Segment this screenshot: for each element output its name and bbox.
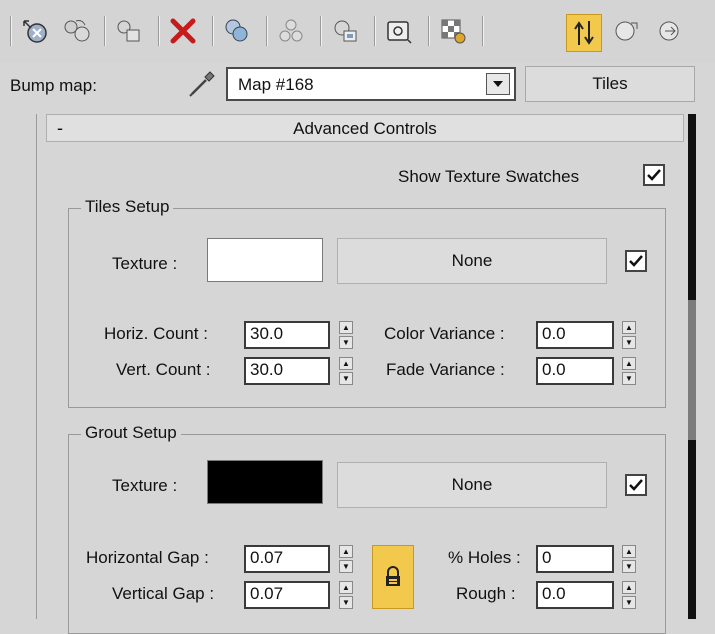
- material-id-icon[interactable]: [328, 14, 362, 48]
- put-to-scene-icon[interactable]: [60, 14, 94, 48]
- eyedropper-icon[interactable]: [186, 66, 220, 100]
- rough-spinner[interactable]: ▲ ▼: [622, 581, 636, 609]
- holes-spinner[interactable]: ▲ ▼: [622, 545, 636, 573]
- horizontal-gap-spinner[interactable]: ▲ ▼: [339, 545, 353, 573]
- tiles-setup-title: Tiles Setup: [81, 197, 174, 217]
- vertical-gap-label: Vertical Gap :: [112, 584, 215, 603]
- rough-field[interactable]: 0.0: [536, 581, 614, 609]
- spin-down-icon[interactable]: ▼: [339, 372, 353, 385]
- toolbar-separator: [158, 16, 160, 46]
- color-variance-label: Color Variance :: [384, 324, 505, 343]
- spin-down-icon[interactable]: ▼: [339, 596, 353, 609]
- spin-down-icon[interactable]: ▼: [339, 560, 353, 573]
- grout-texture-swatch[interactable]: [207, 460, 323, 504]
- spin-down-icon[interactable]: ▼: [622, 336, 636, 349]
- lock-gaps-button[interactable]: [372, 545, 414, 609]
- color-variance-spinner[interactable]: ▲ ▼: [622, 321, 636, 349]
- horizontal-gap-label: Horizontal Gap :: [86, 548, 209, 567]
- bump-map-label: Bump map:: [10, 76, 97, 95]
- go-forward-icon[interactable]: [652, 14, 686, 48]
- toolbar-separator: [374, 16, 376, 46]
- horiz-count-label: Horiz. Count :: [104, 324, 208, 343]
- toolbar-separator: [212, 16, 214, 46]
- toolbar-separator: [482, 16, 484, 46]
- map-type-button[interactable]: Tiles: [525, 66, 695, 102]
- scrollbar-thumb[interactable]: [688, 300, 696, 440]
- holes-field[interactable]: 0: [536, 545, 614, 573]
- assign-material-icon[interactable]: [112, 14, 146, 48]
- map-name-value: Map #168: [238, 75, 314, 94]
- spin-down-icon[interactable]: ▼: [622, 596, 636, 609]
- vertical-gap-field[interactable]: 0.07: [244, 581, 330, 609]
- holes-label: % Holes :: [448, 548, 521, 567]
- spin-down-icon[interactable]: ▼: [622, 372, 636, 385]
- spin-down-icon[interactable]: ▼: [339, 336, 353, 349]
- tiles-texture-label: Texture :: [112, 254, 178, 273]
- spin-up-icon[interactable]: ▲: [622, 581, 636, 594]
- horiz-count-spinner[interactable]: ▲ ▼: [339, 321, 353, 349]
- rollout-header[interactable]: - Advanced Controls: [46, 114, 684, 142]
- vertical-gap-spinner[interactable]: ▲ ▼: [339, 581, 353, 609]
- show-background-icon[interactable]: [436, 14, 470, 48]
- chevron-down-icon[interactable]: [486, 73, 510, 95]
- make-unique-icon[interactable]: [220, 14, 254, 48]
- grout-texture-map-button[interactable]: None: [337, 462, 607, 508]
- rough-label: Rough :: [456, 584, 516, 603]
- vert-count-label: Vert. Count :: [116, 360, 211, 379]
- horiz-count-field[interactable]: 30.0: [244, 321, 330, 349]
- spin-up-icon[interactable]: ▲: [622, 545, 636, 558]
- spin-up-icon[interactable]: ▲: [622, 321, 636, 334]
- show-texture-swatches-label: Show Texture Swatches: [398, 167, 580, 186]
- toolbar-separator: [10, 16, 12, 46]
- vert-count-field[interactable]: 30.0: [244, 357, 330, 385]
- spin-up-icon[interactable]: ▲: [339, 545, 353, 558]
- fade-variance-field[interactable]: 0.0: [536, 357, 614, 385]
- spin-up-icon[interactable]: ▲: [339, 581, 353, 594]
- get-material-icon[interactable]: [18, 14, 52, 48]
- grout-setup-title: Grout Setup: [81, 423, 181, 443]
- tiles-texture-enabled-checkbox[interactable]: [625, 250, 647, 272]
- show-texture-swatches-checkbox[interactable]: [643, 164, 665, 186]
- tiles-texture-swatch[interactable]: [207, 238, 323, 282]
- toolbar-separator: [320, 16, 322, 46]
- tiles-texture-map-button[interactable]: None: [337, 238, 607, 284]
- spin-down-icon[interactable]: ▼: [622, 560, 636, 573]
- toolbar-separator: [266, 16, 268, 46]
- grout-texture-enabled-checkbox[interactable]: [625, 474, 647, 496]
- grout-texture-label: Texture :: [112, 476, 178, 495]
- show-end-result-icon[interactable]: [566, 14, 602, 52]
- toolbar-separator: [428, 16, 430, 46]
- go-to-parent-icon[interactable]: [610, 14, 644, 48]
- fade-variance-spinner[interactable]: ▲ ▼: [622, 357, 636, 385]
- spin-up-icon[interactable]: ▲: [339, 321, 353, 334]
- horizontal-gap-field[interactable]: 0.07: [244, 545, 330, 573]
- material-toolbar: [0, 0, 715, 62]
- vert-count-spinner[interactable]: ▲ ▼: [339, 357, 353, 385]
- spin-up-icon[interactable]: ▲: [339, 357, 353, 370]
- rollout-title: Advanced Controls: [293, 119, 437, 138]
- show-map-icon[interactable]: [382, 14, 416, 48]
- toolbar-separator: [104, 16, 106, 46]
- lock-icon: [386, 566, 400, 586]
- put-to-library-icon[interactable]: [274, 14, 308, 48]
- color-variance-field[interactable]: 0.0: [536, 321, 614, 349]
- spin-up-icon[interactable]: ▲: [622, 357, 636, 370]
- map-name-dropdown[interactable]: Map #168: [226, 67, 516, 101]
- fade-variance-label: Fade Variance :: [386, 360, 505, 379]
- delete-icon[interactable]: [166, 14, 200, 48]
